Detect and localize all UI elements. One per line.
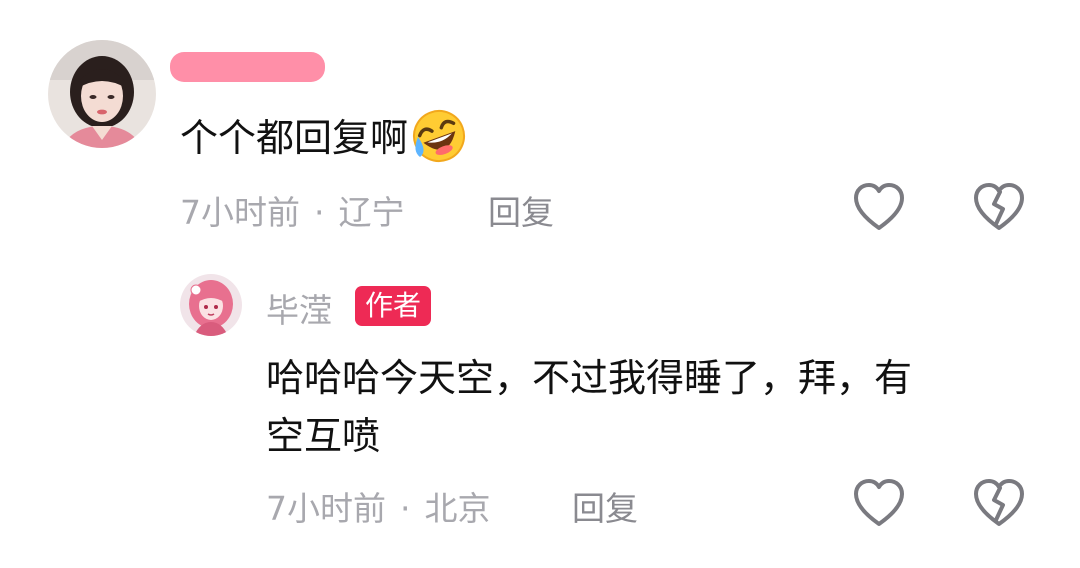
redacted-username bbox=[170, 52, 325, 82]
author-username[interactable]: 毕滢 bbox=[266, 284, 332, 332]
reply-location: 北京 bbox=[424, 489, 491, 528]
comment-text: 个个都回复啊 bbox=[180, 116, 409, 160]
like-button[interactable] bbox=[852, 182, 906, 234]
heart-outline-icon bbox=[852, 182, 906, 234]
reply-to-reply-button[interactable]: 回复 bbox=[572, 482, 638, 530]
meta-separator: · bbox=[314, 193, 325, 232]
reply-dislike-button[interactable] bbox=[972, 478, 1026, 530]
reply-like-button[interactable] bbox=[852, 478, 906, 530]
comment-location: 辽宁 bbox=[338, 193, 405, 232]
reply-button[interactable]: 回复 bbox=[488, 186, 554, 234]
reply-meta: 7小时前 · 北京 bbox=[266, 482, 491, 530]
dislike-button[interactable] bbox=[972, 182, 1026, 234]
comment-time: 7小时前 bbox=[180, 193, 300, 232]
meta-separator: · bbox=[400, 489, 411, 528]
broken-heart-icon bbox=[972, 478, 1026, 530]
heart-outline-icon bbox=[852, 478, 906, 530]
author-avatar[interactable] bbox=[180, 274, 242, 336]
reply-text-line-1: 哈哈哈今天空，不过我得睡了，拜，有 bbox=[266, 356, 913, 400]
rolling-on-floor-laughing-emoji-icon bbox=[410, 107, 468, 169]
reply-time: 7小时前 bbox=[266, 489, 386, 528]
broken-heart-icon bbox=[972, 182, 1026, 234]
comment-body: 个个都回复啊 bbox=[180, 110, 468, 164]
comment-meta: 7小时前 · 辽宁 bbox=[180, 186, 405, 234]
author-badge: 作者 bbox=[355, 286, 432, 326]
commenter-avatar[interactable] bbox=[48, 40, 156, 148]
reply-text-line-2: 空互喷 bbox=[266, 414, 381, 458]
